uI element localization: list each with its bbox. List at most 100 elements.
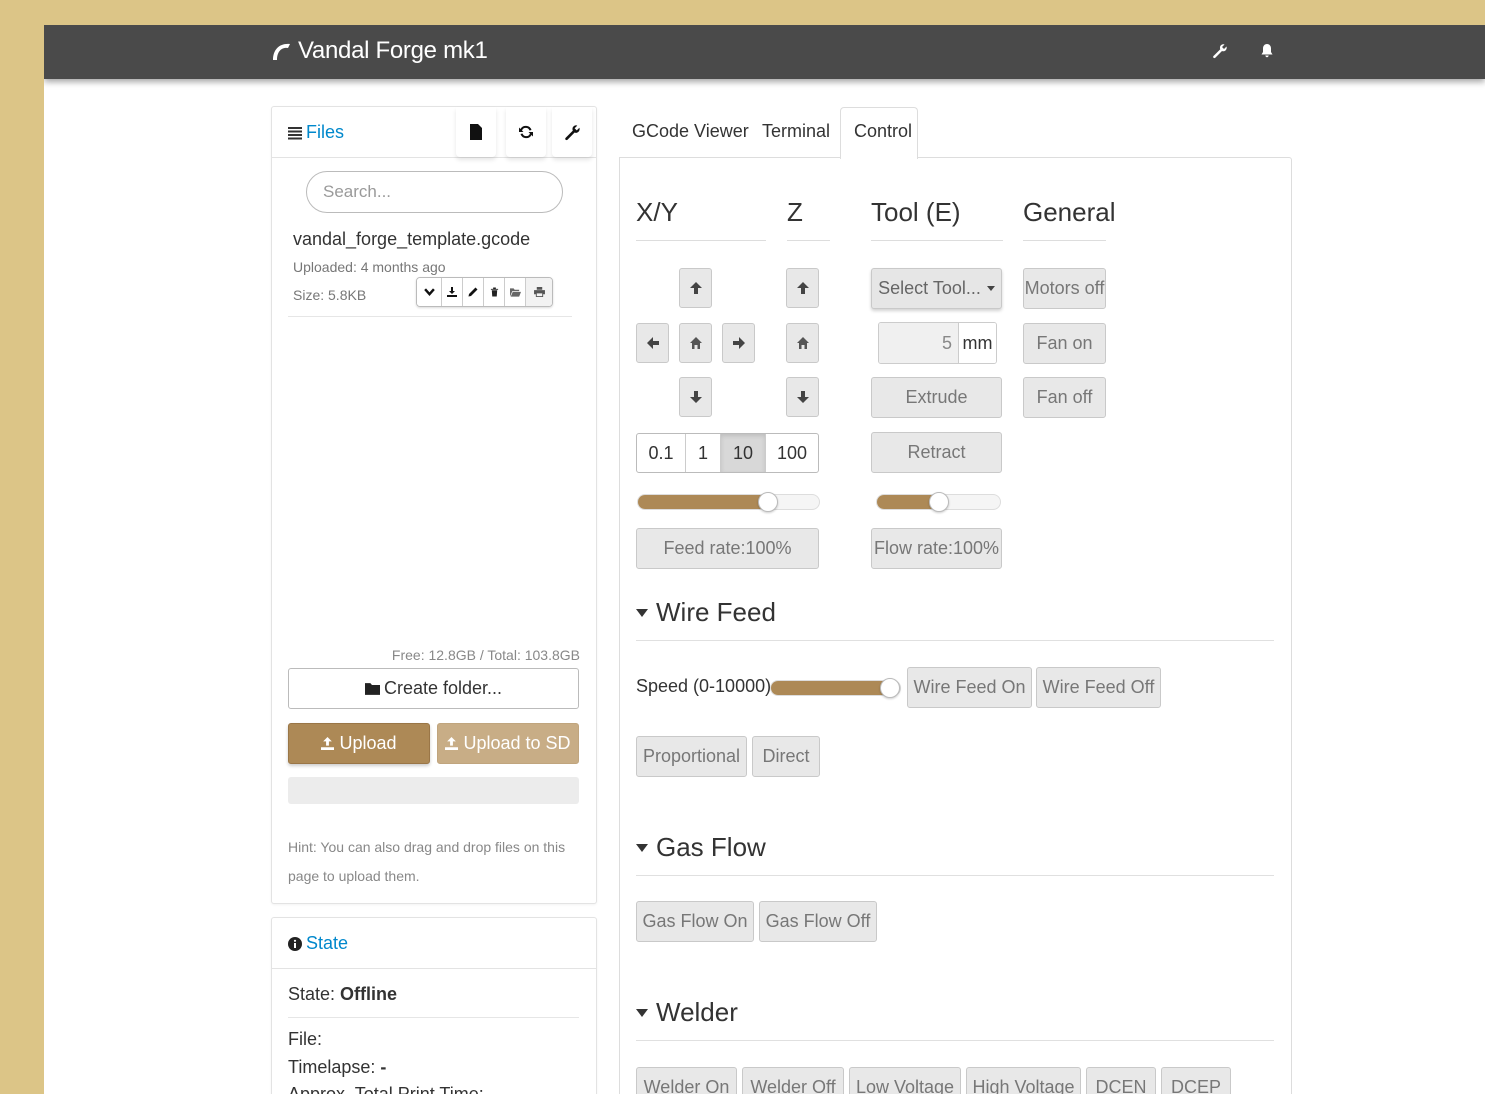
- gas-flow-off-button[interactable]: Gas Flow Off: [759, 901, 877, 942]
- edit-button[interactable]: [463, 278, 484, 306]
- files-panel: Files vandal_forge_template.gcode U: [271, 106, 597, 904]
- jog-z-plus-button[interactable]: [786, 268, 819, 308]
- expand-button[interactable]: [417, 278, 442, 306]
- flow-rate-slider-handle[interactable]: [928, 492, 949, 512]
- caret-down-icon: [636, 609, 648, 617]
- jog-y-plus-button[interactable]: [679, 268, 712, 308]
- print-button[interactable]: [526, 278, 552, 306]
- upload-hint: Hint: You can also drag and drop files o…: [288, 839, 566, 884]
- extrude-button[interactable]: Extrude: [871, 377, 1002, 418]
- upload-sd-button[interactable]: Upload to SD: [437, 723, 579, 764]
- wire-speed-label: Speed (0-10000): [636, 676, 772, 696]
- upload-button[interactable]: Upload: [288, 723, 430, 764]
- arrow-down-icon: [796, 390, 810, 404]
- upload-icon: [445, 737, 459, 750]
- delete-button[interactable]: [484, 278, 505, 306]
- file-name[interactable]: vandal_forge_template.gcode: [293, 229, 530, 250]
- create-folder-button[interactable]: Create folder...: [288, 668, 579, 709]
- tool-header: Tool (E): [871, 197, 1003, 241]
- dcep-button[interactable]: DCEP: [1161, 1067, 1231, 1094]
- welder-on-button[interactable]: Welder On: [636, 1067, 737, 1094]
- brand-logo-icon: [270, 40, 292, 62]
- wire-speed-slider[interactable]: [770, 678, 901, 698]
- feed-rate-slider-fill: [638, 495, 769, 509]
- extrude-unit: mm: [958, 323, 996, 363]
- wire-feed-off-button[interactable]: Wire Feed Off: [1036, 667, 1161, 708]
- flow-rate-button[interactable]: Flow rate:100%: [871, 528, 1002, 569]
- wrench-icon: [564, 124, 581, 141]
- motors-off-button[interactable]: Motors off: [1023, 268, 1106, 309]
- gas-flow-section-header[interactable]: Gas Flow: [636, 832, 1274, 876]
- state-file: File:: [288, 1029, 323, 1049]
- download-button[interactable]: [442, 278, 463, 306]
- refresh-icon: [518, 124, 534, 140]
- home-icon: [796, 336, 810, 350]
- file-actions: [416, 277, 553, 307]
- app-window: Vandal Forge mk1 Files Search... vandal_…: [44, 25, 1485, 1094]
- caret-down-icon: [636, 844, 648, 852]
- step-100-button[interactable]: 100: [766, 434, 818, 472]
- new-file-button[interactable]: [456, 107, 496, 157]
- arrow-right-icon: [732, 336, 746, 350]
- state-timelapse: Timelapse: -: [288, 1057, 387, 1077]
- home-z-button[interactable]: [786, 323, 819, 363]
- select-tool-dropdown[interactable]: Select Tool...: [871, 268, 1002, 309]
- tab-terminal[interactable]: Terminal: [762, 121, 830, 142]
- high-voltage-button[interactable]: High Voltage: [966, 1067, 1081, 1094]
- wire-feed-section-header[interactable]: Wire Feed: [636, 597, 1274, 641]
- tab-control[interactable]: Control: [854, 121, 912, 142]
- upload-icon: [321, 737, 335, 750]
- welder-section-header[interactable]: Welder: [636, 997, 1274, 1041]
- files-title[interactable]: Files: [288, 122, 344, 143]
- files-panel-header: Files: [272, 107, 596, 158]
- refresh-button[interactable]: [506, 107, 546, 157]
- step-size-group: 0.1 1 10 100: [636, 433, 819, 473]
- feed-rate-slider[interactable]: [637, 492, 820, 512]
- fan-off-button[interactable]: Fan off: [1023, 377, 1106, 418]
- feed-rate-slider-handle[interactable]: [758, 492, 779, 512]
- step-0-1-button[interactable]: 0.1: [637, 434, 686, 472]
- bell-icon[interactable]: [1255, 39, 1279, 63]
- welder-off-button[interactable]: Welder Off: [742, 1067, 844, 1094]
- jog-z-minus-button[interactable]: [786, 377, 819, 417]
- upload-progress-bar: [288, 777, 579, 804]
- wire-speed-slider-handle[interactable]: [880, 678, 900, 698]
- files-settings-button[interactable]: [552, 107, 592, 157]
- low-voltage-button[interactable]: Low Voltage: [849, 1067, 961, 1094]
- print-icon: [533, 287, 545, 297]
- step-1-button[interactable]: 1: [686, 434, 721, 472]
- feed-rate-button[interactable]: Feed rate:100%: [636, 528, 819, 569]
- retract-button[interactable]: Retract: [871, 432, 1002, 473]
- step-10-button[interactable]: 10: [721, 434, 766, 472]
- wire-speed-slider-fill: [771, 681, 890, 695]
- file-search-input[interactable]: [306, 171, 563, 213]
- dcen-button[interactable]: DCEN: [1086, 1067, 1156, 1094]
- file-icon: [470, 124, 482, 140]
- gas-flow-on-button[interactable]: Gas Flow On: [636, 901, 754, 942]
- folder-icon: [364, 682, 380, 695]
- direct-button[interactable]: Direct: [752, 736, 820, 777]
- jog-y-minus-button[interactable]: [679, 377, 712, 417]
- state-value: Offline: [340, 984, 398, 1004]
- proportional-button[interactable]: Proportional: [636, 736, 747, 777]
- extrude-amount-input[interactable]: 5: [879, 323, 958, 363]
- flow-rate-slider[interactable]: [876, 492, 1001, 512]
- storage-info: Free: 12.8GB / Total: 103.8GB: [391, 647, 580, 663]
- folder-open-icon: [509, 287, 521, 297]
- z-header: Z: [787, 197, 830, 241]
- arrow-up-icon: [796, 281, 810, 295]
- jog-x-plus-button[interactable]: [722, 323, 755, 363]
- jog-x-minus-button[interactable]: [636, 323, 669, 363]
- state-panel: State State: Offline File: Timelapse: - …: [271, 917, 597, 1094]
- brand[interactable]: Vandal Forge mk1: [270, 37, 488, 65]
- state-title[interactable]: State: [288, 933, 348, 954]
- load-button[interactable]: [505, 278, 526, 306]
- wrench-icon[interactable]: [1208, 39, 1232, 63]
- chevron-down-icon: [423, 287, 435, 297]
- file-list-item[interactable]: vandal_forge_template.gcode Uploaded: 4 …: [288, 225, 572, 317]
- fan-on-button[interactable]: Fan on: [1023, 323, 1106, 364]
- wire-feed-on-button[interactable]: Wire Feed On: [907, 667, 1032, 708]
- tab-gcode-viewer[interactable]: GCode Viewer: [632, 121, 749, 142]
- extrude-amount-input-group: 5 mm: [878, 322, 997, 364]
- home-xy-button[interactable]: [679, 323, 712, 363]
